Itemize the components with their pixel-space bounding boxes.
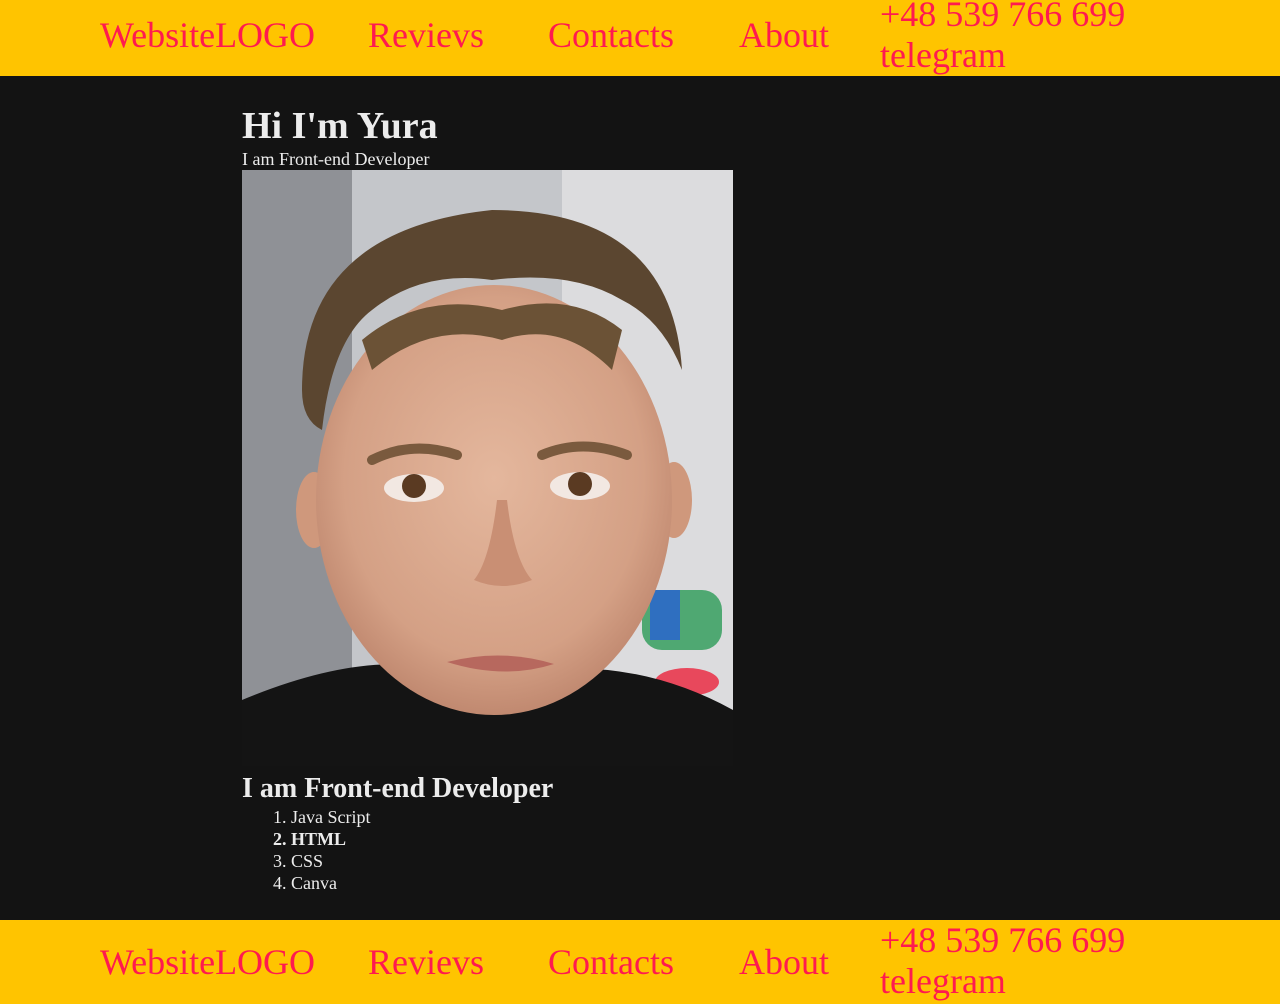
footer-nav-link-reviews[interactable]: Revievs <box>368 942 484 982</box>
phone-number: +48 539 766 699 <box>880 0 1126 34</box>
portrait-image <box>242 170 733 766</box>
footer-telegram-label: telegram <box>880 961 1006 1001</box>
skill-item: Java Script <box>291 806 733 828</box>
skill-item: CSS <box>291 850 733 872</box>
footer-phone-number: +48 539 766 699 <box>880 920 1126 960</box>
footer-nav-link-about[interactable]: About <box>739 942 829 982</box>
skills-list: Java Script HTML CSS Canva <box>242 806 733 894</box>
top-nav-bar: WebsiteLOGO Revievs Contacts About +48 5… <box>0 0 1280 76</box>
nav-link-contacts[interactable]: Contacts <box>548 15 674 55</box>
footer-logo-link[interactable]: WebsiteLOGO <box>100 942 315 982</box>
contact-link[interactable]: +48 539 766 699 telegram <box>880 0 1125 76</box>
logo-link[interactable]: WebsiteLOGO <box>100 15 315 55</box>
main-content: Hi I'm Yura I am Front-end Developer I a… <box>242 104 733 894</box>
telegram-label: telegram <box>880 35 1006 75</box>
skills-heading: I am Front-end Developer <box>242 773 554 804</box>
skill-item: Canva <box>291 872 733 894</box>
page-title: Hi I'm Yura <box>242 105 438 147</box>
skill-item: HTML <box>291 828 733 850</box>
nav-link-reviews[interactable]: Revievs <box>368 15 484 55</box>
page-subtitle: I am Front-end Developer <box>242 149 430 169</box>
footer-contact-link[interactable]: +48 539 766 699 telegram <box>880 920 1125 1002</box>
profile-photo <box>242 170 733 766</box>
footer-nav-link-contacts[interactable]: Contacts <box>548 942 674 982</box>
nav-link-about[interactable]: About <box>739 15 829 55</box>
bottom-nav-bar: WebsiteLOGO Revievs Contacts About +48 5… <box>0 920 1280 1004</box>
